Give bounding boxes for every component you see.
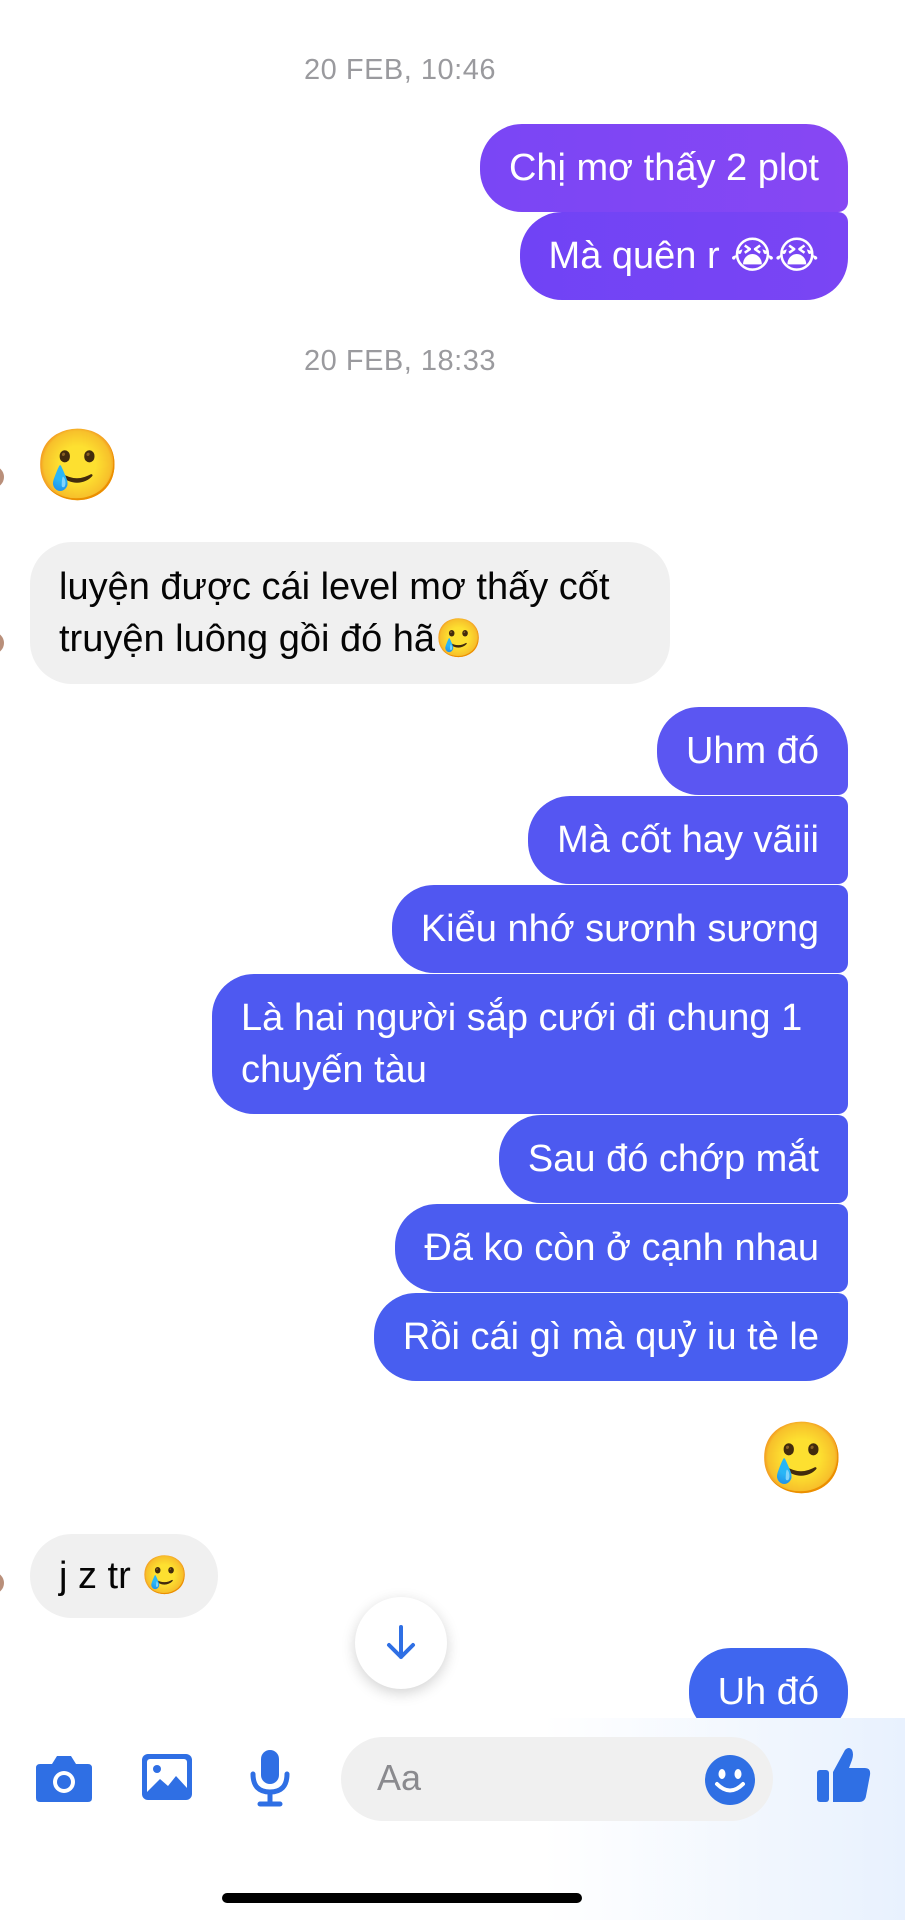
- message-bubble-outgoing[interactable]: Uhm đó: [656, 707, 848, 795]
- thumbs-up-icon: [817, 1748, 871, 1802]
- timestamp: 20 FEB, 10:46: [304, 54, 496, 86]
- message-bubble-outgoing[interactable]: Mà cốt hay vãiii: [528, 796, 848, 884]
- camera-icon: [36, 1756, 92, 1802]
- arrow-down-icon: [387, 1625, 415, 1659]
- gallery-button[interactable]: [140, 1752, 194, 1807]
- emoji-icon[interactable]: [703, 1753, 757, 1807]
- message-emoji-outgoing[interactable]: 🥲: [758, 1418, 845, 1498]
- message-bubble-outgoing[interactable]: Đã ko còn ở cạnh nhau: [395, 1204, 848, 1292]
- message-bubble-outgoing[interactable]: Rồi cái gì mà quỷ iu tè le: [373, 1293, 848, 1381]
- message-bubble-outgoing[interactable]: Chị mơ thấy 2 plot: [479, 124, 848, 212]
- message-bubble-outgoing[interactable]: Là hai người sắp cưới đi chung 1 chuyến …: [212, 974, 848, 1114]
- message-bubble-incoming[interactable]: luyện được cái level mơ thấy cốt truyện …: [30, 542, 670, 684]
- timestamp: 20 FEB, 18:33: [304, 345, 496, 377]
- scroll-to-bottom-button[interactable]: [355, 1597, 447, 1689]
- message-bubble-incoming[interactable]: j z tr 🥲: [30, 1534, 218, 1618]
- message-bubble-outgoing[interactable]: Mà quên r 😭😭: [519, 212, 848, 300]
- like-button[interactable]: [815, 1744, 873, 1809]
- avatar[interactable]: [0, 1572, 4, 1594]
- image-icon: [142, 1754, 192, 1800]
- message-emoji-incoming[interactable]: 🥲: [34, 425, 121, 505]
- message-input-placeholder: Aa: [377, 1757, 422, 1798]
- camera-button[interactable]: [34, 1752, 94, 1809]
- microphone-icon: [250, 1750, 290, 1807]
- message-bubble-outgoing[interactable]: Sau đó chớp mắt: [498, 1115, 848, 1203]
- message-input[interactable]: Aa: [341, 1737, 773, 1821]
- message-bubble-outgoing[interactable]: Kiểu nhớ sươnh sương: [391, 885, 848, 973]
- voice-button[interactable]: [248, 1748, 292, 1813]
- avatar[interactable]: [0, 466, 4, 488]
- home-indicator: [222, 1893, 582, 1903]
- avatar[interactable]: [0, 632, 4, 654]
